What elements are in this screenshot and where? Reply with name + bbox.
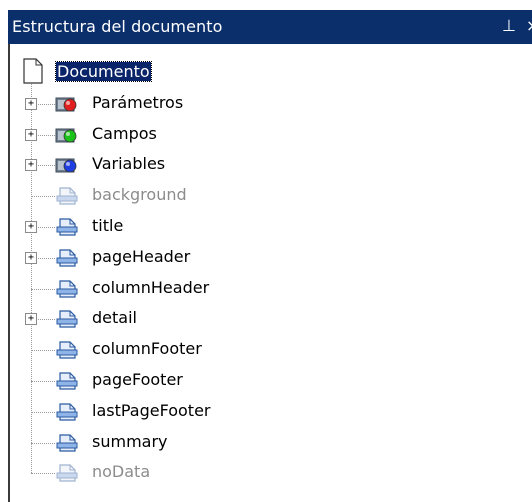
folder-blue-dot-icon (55, 155, 79, 179)
tree-branch-line (31, 442, 55, 444)
tree-item-label: pageFooter (92, 370, 183, 389)
folder-green-dot-icon (55, 125, 79, 149)
tree-item-variables[interactable]: + Variables (10, 150, 530, 180)
tree-item-background[interactable]: background (10, 181, 530, 211)
expand-plus-icon[interactable]: + (25, 313, 37, 326)
band-icon (55, 371, 79, 395)
expand-plus-icon[interactable]: + (25, 159, 37, 172)
tree-item-label: title (92, 216, 124, 235)
tree-item-lastpagefooter[interactable]: lastPageFooter (10, 397, 530, 427)
tree-item-label: background (92, 185, 187, 205)
document-icon (22, 58, 44, 88)
pin-icon[interactable]: ⊥ (502, 16, 516, 35)
expand-plus-icon[interactable]: + (25, 97, 37, 110)
tree-branch-line (31, 350, 55, 352)
tree-item-label: columnHeader (92, 277, 210, 297)
tree-branch-line (31, 196, 55, 198)
tree-item-label: pageHeader (92, 246, 191, 266)
tree-item-label: summary (92, 431, 168, 451)
close-icon[interactable]: × (526, 16, 532, 35)
tree-item-label: detail (92, 308, 137, 328)
tree-item-label: Campos (92, 123, 157, 143)
document-structure-panel: Estructura del documento ⊥ × Documento + P… (0, 0, 532, 502)
band-icon (55, 433, 79, 457)
panel-title: Estructura del documento (12, 17, 223, 36)
panel-titlebar[interactable]: Estructura del documento ⊥ × (8, 10, 532, 44)
tree-item-columnfooter[interactable]: columnFooter (10, 335, 530, 365)
band-icon (55, 463, 79, 487)
tree-item-parametros[interactable]: + Parámetros (10, 89, 530, 119)
band-icon (55, 340, 79, 364)
band-icon (55, 279, 79, 303)
tree-item-label: lastPageFooter (92, 400, 211, 420)
folder-red-dot-icon (55, 94, 79, 118)
tree-item-pageheader[interactable]: + pageHeader (10, 243, 530, 273)
band-icon (55, 217, 79, 241)
document-tree[interactable]: Documento + Parámetros + Campos + Variables bac… (10, 44, 532, 502)
tree-item-label: noData (92, 462, 151, 482)
band-icon (55, 402, 79, 426)
tree-root-documento[interactable]: Documento (10, 58, 530, 88)
tree-item-nodata[interactable]: noData (10, 458, 530, 488)
expand-plus-icon[interactable]: + (25, 221, 37, 233)
tree-item-label: Parámetros (92, 92, 184, 112)
tree-item-title[interactable]: + title (10, 212, 530, 242)
expand-plus-icon[interactable]: + (25, 251, 37, 264)
tree-branch-line (31, 288, 55, 290)
tree-item-campos[interactable]: + Campos (10, 120, 530, 150)
band-icon (55, 186, 79, 210)
tree-branch-line (31, 411, 55, 413)
tree-branch-line (31, 473, 55, 475)
tree-item-label: Variables (92, 154, 166, 174)
expand-plus-icon[interactable]: + (25, 128, 37, 141)
band-icon (55, 248, 79, 272)
band-icon (55, 309, 79, 333)
tree-item-pagefooter[interactable]: pageFooter (10, 366, 530, 396)
tree-item-summary[interactable]: summary (10, 428, 530, 458)
tree-item-detail[interactable]: + detail (10, 304, 530, 334)
tree-item-columnheader[interactable]: columnHeader (10, 274, 530, 304)
tree-root-label: Documento (55, 61, 152, 82)
tree-item-label: columnFooter (92, 339, 202, 359)
tree-branch-line (31, 381, 55, 382)
